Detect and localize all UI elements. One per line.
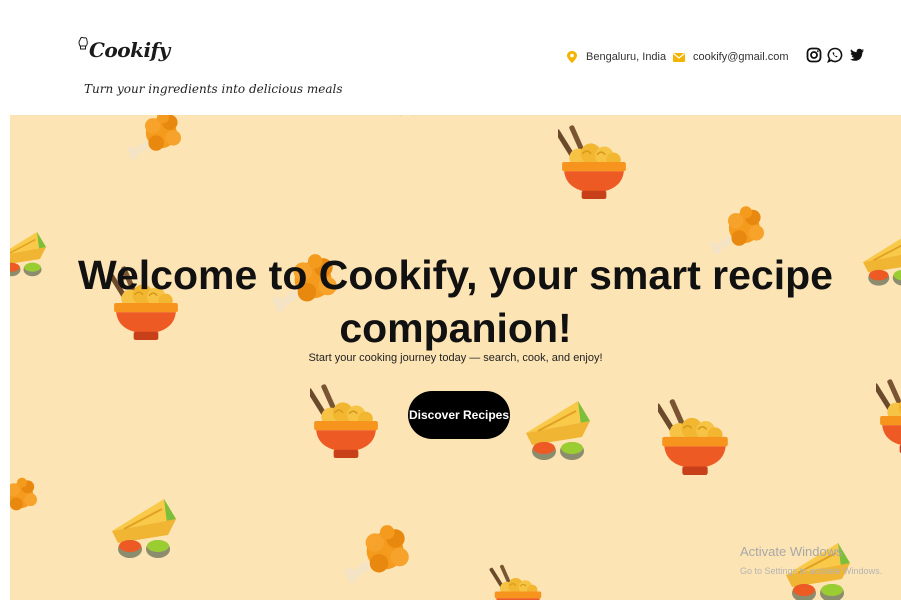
hero-title: Welcome to Cookify, your smart recipe co… xyxy=(78,252,833,351)
logo-text: Cookify xyxy=(89,38,170,62)
samosa-icon xyxy=(104,491,184,571)
samosa-icon xyxy=(518,393,598,473)
noodle-bowl-icon xyxy=(488,563,548,600)
tagline: Turn your ingredients into delicious mea… xyxy=(84,82,343,96)
fried-chicken-icon xyxy=(119,115,195,167)
fried-chicken-icon xyxy=(344,513,416,599)
instagram-link[interactable] xyxy=(806,47,822,63)
fried-chicken-icon xyxy=(10,467,42,531)
chef-hat-icon xyxy=(78,36,88,50)
windows-watermark-subtitle: Go to Settings to activate Windows. xyxy=(740,566,883,576)
envelope-icon xyxy=(673,53,685,62)
whatsapp-link[interactable] xyxy=(827,47,843,63)
samosa-icon xyxy=(382,115,432,121)
windows-watermark-title: Activate Windows xyxy=(740,544,843,559)
twitter-link[interactable] xyxy=(849,47,865,63)
whatsapp-icon xyxy=(827,47,843,63)
twitter-icon xyxy=(849,48,864,61)
logo[interactable]: Cookify xyxy=(78,36,170,62)
email-text: cookify@gmail.com xyxy=(693,51,789,63)
instagram-icon xyxy=(806,47,822,63)
email-info[interactable]: cookify@gmail.com xyxy=(673,51,789,63)
hero-section: Welcome to Cookify, your smart recipe co… xyxy=(10,115,901,600)
noodle-bowl-icon xyxy=(558,117,630,211)
noodle-bowl-icon xyxy=(876,371,901,465)
discover-recipes-button[interactable]: Discover Recipes xyxy=(408,391,510,439)
location-info: Bengaluru, India xyxy=(566,51,666,63)
noodle-bowl-icon xyxy=(658,391,732,487)
location-text: Bengaluru, India xyxy=(586,51,667,63)
hero-subtitle: Start your cooking journey today — searc… xyxy=(308,352,603,364)
map-pin-icon xyxy=(567,51,577,63)
noodle-bowl-icon xyxy=(310,375,382,471)
site-header: Cookify Turn your ingredients into delic… xyxy=(0,0,901,115)
